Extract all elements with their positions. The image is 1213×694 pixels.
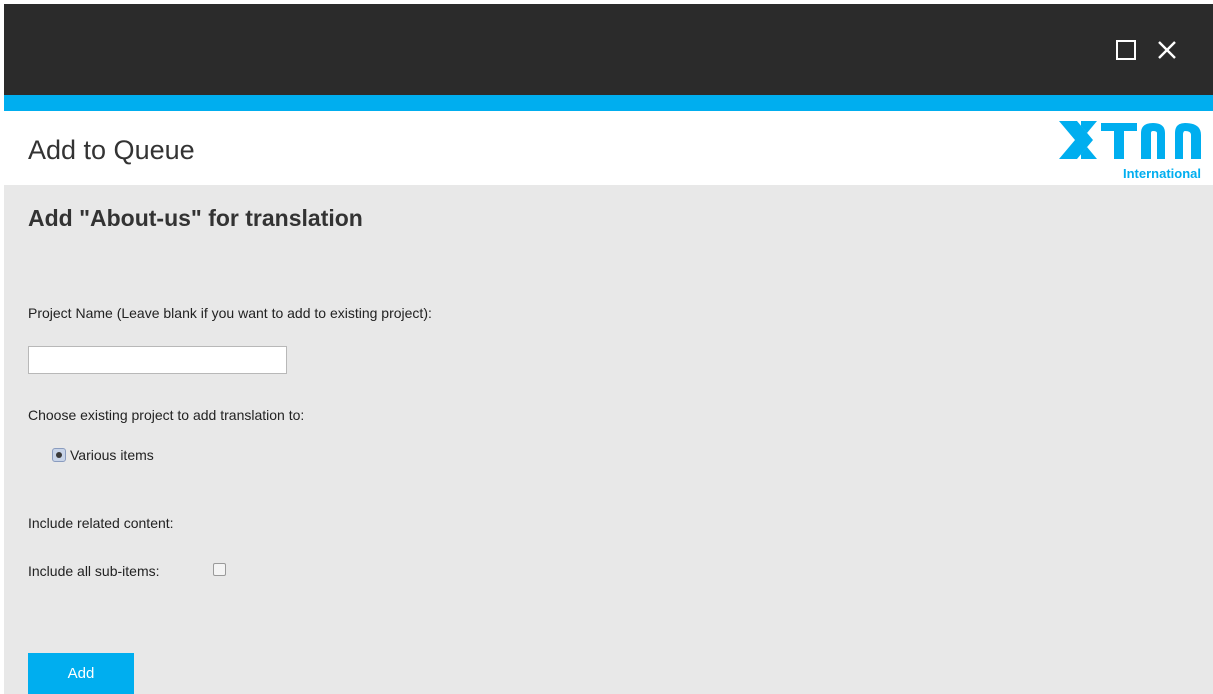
project-name-label: Project Name (Leave blank if you want to… — [28, 305, 432, 321]
logo-subtitle: International — [1122, 166, 1201, 181]
dialog-window: Add to Queue International Add "About-us… — [4, 4, 1213, 694]
dialog-header: Add to Queue International — [4, 111, 1213, 185]
related-content-label: Include related content: — [28, 515, 174, 531]
close-button[interactable] — [1153, 36, 1181, 64]
title-bar — [4, 4, 1213, 95]
dialog-title: Add to Queue — [28, 135, 195, 165]
close-icon — [1158, 41, 1176, 59]
radio-selected-dot — [56, 452, 62, 458]
form-heading: Add "About-us" for translation — [28, 205, 363, 231]
project-name-input[interactable] — [28, 346, 287, 374]
existing-project-option[interactable]: Various items — [52, 447, 154, 463]
existing-project-label: Choose existing project to add translati… — [28, 407, 305, 423]
maximize-icon — [1116, 40, 1136, 60]
option-label: Various items — [70, 447, 154, 463]
sub-items-label: Include all sub-items: — [28, 563, 160, 579]
sub-items-checkbox[interactable] — [213, 563, 226, 576]
accent-bar — [4, 95, 1213, 111]
form-area: Add "About-us" for translation Project N… — [4, 185, 1213, 694]
maximize-button[interactable] — [1112, 36, 1140, 64]
xtm-logo-mark — [1059, 121, 1201, 159]
add-button[interactable]: Add — [28, 653, 134, 694]
radio-button[interactable] — [52, 448, 66, 462]
xtm-logo: International — [1057, 115, 1207, 185]
